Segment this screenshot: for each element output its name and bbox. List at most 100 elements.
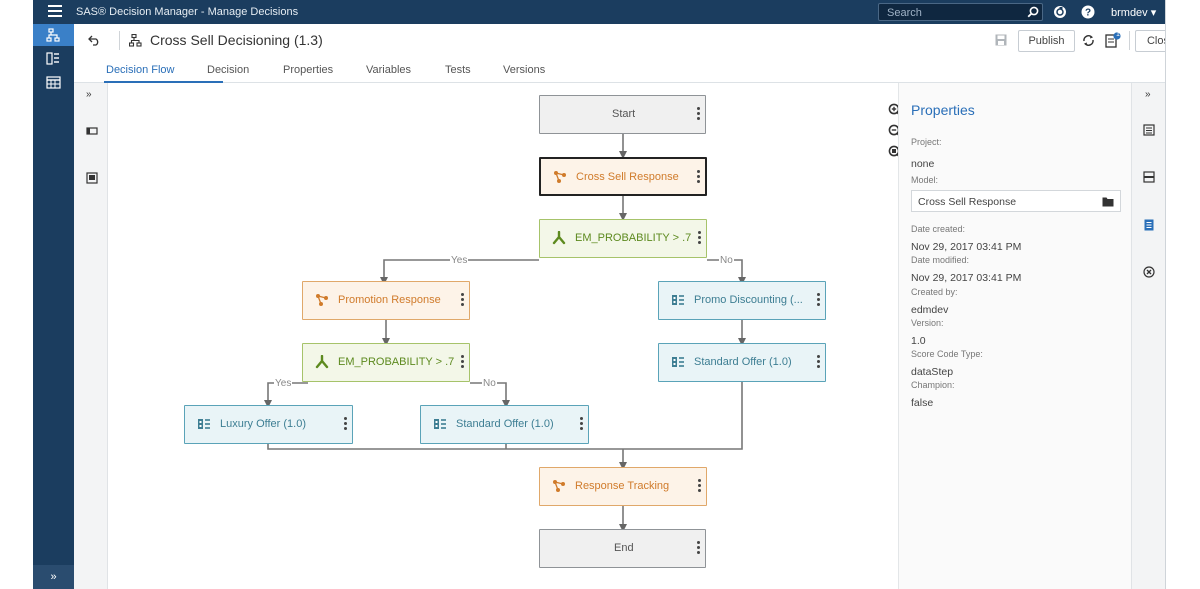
tab-versions[interactable]: Versions xyxy=(503,64,545,76)
search-input[interactable] xyxy=(887,5,1017,20)
edge-label-no: No xyxy=(719,255,734,266)
document-title: Cross Sell Decisioning (1.3) xyxy=(150,32,323,48)
date-modified-label: Date modified: xyxy=(911,255,970,265)
node-label: EM_PROBABILITY > .7 xyxy=(338,356,455,368)
palette-icon[interactable] xyxy=(86,125,98,137)
model-field[interactable]: Cross Sell Response xyxy=(911,190,1121,212)
edge-label-no: No xyxy=(482,378,497,389)
notes-count-badge: 1 xyxy=(1116,31,1120,38)
close-button[interactable]: Close xyxy=(1135,30,1165,52)
title-bar: SAS® Decision Manager - Manage Decisions… xyxy=(33,0,1165,24)
menu-icon[interactable] xyxy=(48,5,62,19)
right-tool-panel: » xyxy=(1131,83,1165,589)
decision-tree-icon[interactable] xyxy=(46,28,61,43)
flow-node-standard-offer-mid[interactable]: Standard Offer (1.0) xyxy=(420,405,589,444)
node-label: Promo Discounting (... xyxy=(694,294,803,306)
svg-text:?: ? xyxy=(1085,8,1091,19)
nav-expand-button[interactable]: » xyxy=(33,565,74,589)
flow-node-luxury-offer[interactable]: Luxury Offer (1.0) xyxy=(184,405,353,444)
date-created-label: Date created: xyxy=(911,224,966,234)
node-label: Response Tracking xyxy=(575,480,670,492)
decision-icon xyxy=(129,34,142,47)
expand-right-panel-button[interactable]: » xyxy=(1145,89,1151,100)
version-value: 1.0 xyxy=(911,335,926,347)
notes-panel-icon[interactable] xyxy=(1143,219,1155,231)
node-menu-icon[interactable] xyxy=(698,479,702,495)
rule-set-icon xyxy=(672,357,684,367)
left-tool-panel: » xyxy=(74,83,108,589)
node-menu-icon[interactable] xyxy=(697,107,701,123)
close-panel-icon[interactable] xyxy=(1143,266,1155,278)
rule-set-icon xyxy=(198,419,210,429)
tab-decision-flow[interactable]: Decision Flow xyxy=(106,64,174,76)
header-divider xyxy=(1129,31,1130,50)
model-icon xyxy=(316,294,328,306)
flow-node-condition-1[interactable]: EM_PROBABILITY > .7 xyxy=(539,219,707,258)
tab-properties[interactable]: Properties xyxy=(283,64,333,76)
properties-title: Properties xyxy=(911,102,975,118)
help-icon[interactable]: ? xyxy=(1081,5,1095,19)
flow-node-condition-2[interactable]: EM_PROBABILITY > .7 xyxy=(302,343,470,382)
node-menu-icon[interactable] xyxy=(461,355,465,371)
app-title: SAS® Decision Manager - Manage Decisions xyxy=(76,6,299,18)
user-menu[interactable]: brmdev ▾ xyxy=(1111,6,1156,19)
version-label: Version: xyxy=(911,318,944,328)
tab-variables[interactable]: Variables xyxy=(366,64,411,76)
node-label: Start xyxy=(612,108,636,120)
header-divider xyxy=(119,31,120,50)
condition-icon xyxy=(552,231,566,245)
search-icon[interactable] xyxy=(1027,6,1039,18)
flow-node-promotion-response[interactable]: Promotion Response xyxy=(302,281,470,320)
properties-pane: Properties Project: none Model: Cross Se… xyxy=(898,83,1131,589)
expand-left-panel-button[interactable]: » xyxy=(86,89,92,100)
champion-label: Champion: xyxy=(911,380,955,390)
rule-set-icon[interactable] xyxy=(46,51,61,66)
node-menu-icon[interactable] xyxy=(817,355,821,371)
tab-tests[interactable]: Tests xyxy=(445,64,471,76)
node-menu-icon[interactable] xyxy=(698,231,702,247)
node-menu-icon[interactable] xyxy=(697,170,701,186)
node-menu-icon[interactable] xyxy=(461,293,465,309)
date-modified-value: Nov 29, 2017 03:41 PM xyxy=(911,272,1022,284)
node-label: Luxury Offer (1.0) xyxy=(220,418,306,430)
project-value: none xyxy=(911,158,935,170)
model-icon xyxy=(554,171,566,183)
search-box[interactable] xyxy=(878,3,1043,21)
node-label: Standard Offer (1.0) xyxy=(694,356,792,368)
node-label: End xyxy=(614,542,634,554)
flow-node-end[interactable]: End xyxy=(539,529,706,568)
folder-icon[interactable] xyxy=(1102,196,1114,207)
flow-node-promo-discounting[interactable]: Promo Discounting (... xyxy=(658,281,826,320)
sync-icon[interactable] xyxy=(1082,34,1095,47)
model-icon xyxy=(553,480,565,492)
decision-flow-canvas[interactable]: Yes No Yes No Start Cross Sell Response … xyxy=(108,83,902,589)
node-menu-icon[interactable] xyxy=(344,417,348,433)
flow-node-standard-offer-right[interactable]: Standard Offer (1.0) xyxy=(658,343,826,382)
tab-bar: Decision Flow Decision Properties Variab… xyxy=(74,57,1165,83)
score-code-type-label: Score Code Type: xyxy=(911,349,983,359)
lookup-table-icon[interactable] xyxy=(46,75,61,90)
variables-panel-icon[interactable] xyxy=(1143,171,1155,183)
app-window: SAS® Decision Manager - Manage Decisions… xyxy=(33,0,1166,589)
node-menu-icon[interactable] xyxy=(697,541,701,557)
model-value: Cross Sell Response xyxy=(918,196,1017,208)
properties-panel-icon[interactable] xyxy=(1143,124,1155,136)
undo-icon[interactable] xyxy=(88,34,101,46)
edge-label-yes: Yes xyxy=(450,255,469,266)
node-menu-icon[interactable] xyxy=(817,293,821,309)
condition-icon xyxy=(315,355,329,369)
document-header: Cross Sell Decisioning (1.3) Publish 1 C… xyxy=(74,24,1165,57)
refresh-icon[interactable] xyxy=(1053,5,1067,19)
flow-node-cross-sell-response[interactable]: Cross Sell Response xyxy=(539,157,707,196)
save-icon[interactable] xyxy=(995,34,1007,46)
rule-set-icon xyxy=(672,295,684,305)
flow-node-start[interactable]: Start xyxy=(539,95,706,134)
project-label: Project: xyxy=(911,137,942,147)
champion-value: false xyxy=(911,397,934,409)
publish-button[interactable]: Publish xyxy=(1018,30,1075,52)
flow-node-response-tracking[interactable]: Response Tracking xyxy=(539,467,707,506)
tab-decision[interactable]: Decision xyxy=(207,64,249,76)
overview-icon[interactable] xyxy=(86,172,98,184)
node-menu-icon[interactable] xyxy=(580,417,584,433)
model-label: Model: xyxy=(911,175,939,185)
